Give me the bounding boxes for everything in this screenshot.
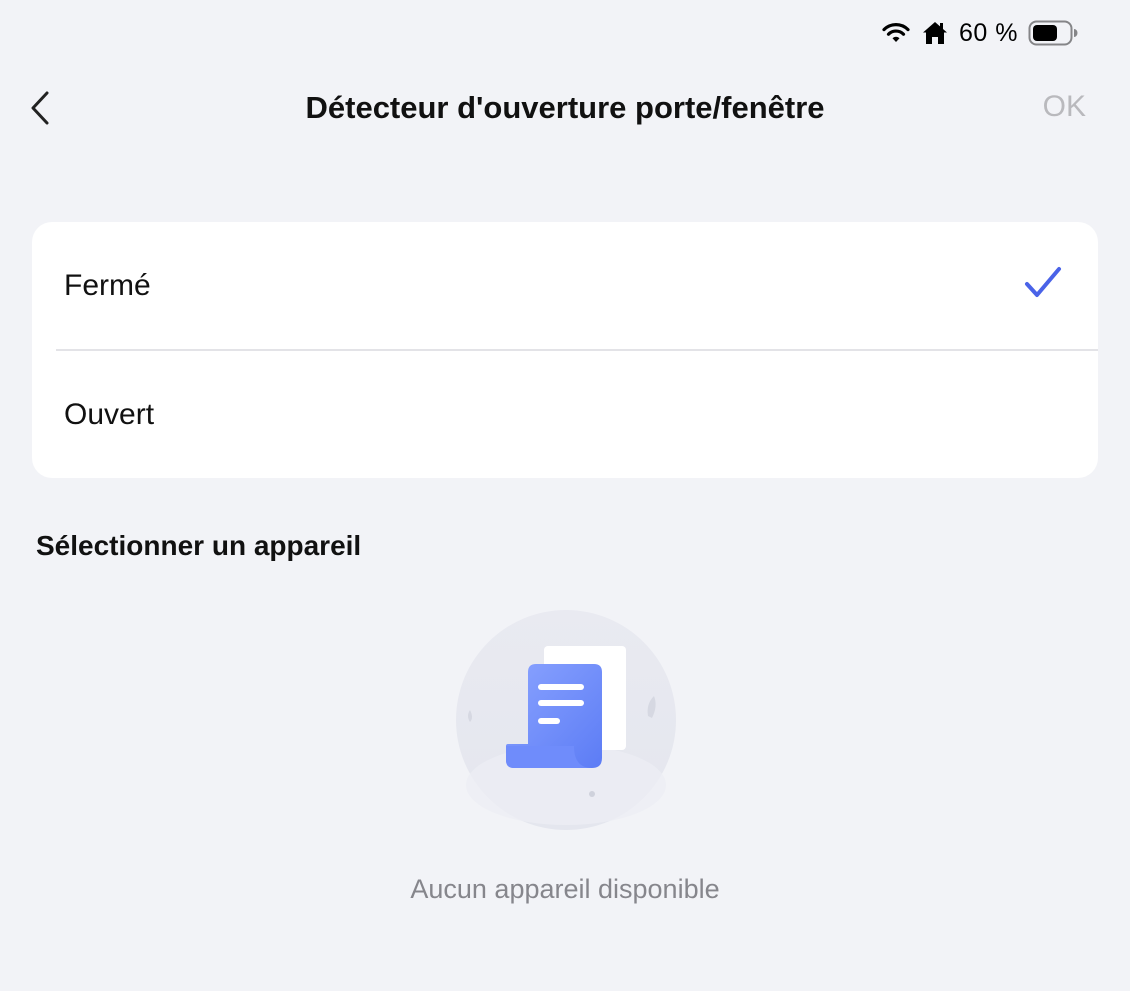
checkmark-icon — [1024, 266, 1062, 305]
battery-percentage: 60 % — [959, 18, 1018, 47]
option-ouvert[interactable]: Ouvert — [32, 351, 1098, 478]
home-icon — [921, 20, 949, 46]
navigation-bar: Détecteur d'ouverture porte/fenêtre OK — [0, 80, 1130, 136]
option-label: Fermé — [64, 268, 151, 302]
battery-icon — [1028, 20, 1078, 46]
wifi-icon — [881, 21, 911, 45]
section-title: Sélectionner un appareil — [36, 530, 362, 561]
state-options-card: Fermé Ouvert — [32, 222, 1098, 478]
status-bar: 60 % — [881, 14, 1078, 52]
ok-button[interactable]: OK — [1043, 90, 1086, 124]
option-ferme[interactable]: Fermé — [32, 222, 1098, 349]
empty-document-illustration — [456, 610, 676, 830]
page-title: Détecteur d'ouverture porte/fenêtre — [305, 90, 825, 125]
empty-state-text: Aucun appareil disponible — [410, 874, 720, 904]
option-label: Ouvert — [64, 397, 155, 431]
